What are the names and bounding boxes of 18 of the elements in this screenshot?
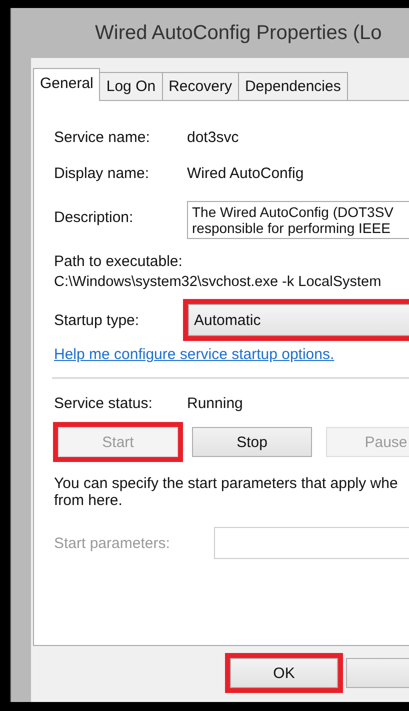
- path-value: C:\Windows\system32\svchost.exe -k LocalSystem: [54, 274, 382, 290]
- field-value: Wired AutoConfig: [187, 164, 304, 182]
- path-label: Path to executable:: [54, 253, 184, 270]
- service-button[interactable]: Stop: [192, 427, 312, 457]
- field-label: Display name:: [54, 164, 150, 182]
- field-label: Service status:: [54, 394, 154, 412]
- status-value: Running: [187, 394, 243, 412]
- field-label: Startup type:: [54, 312, 140, 328]
- description-box[interactable]: The Wired AutoConfig (DOT3SV responsible for performing IEEE: [187, 201, 409, 239]
- field-label: Service name:: [54, 128, 151, 146]
- field-label: Description:: [54, 209, 134, 226]
- window-title: Wired AutoConfig Properties (Lo: [94, 20, 383, 46]
- tab[interactable]: Dependencies: [238, 72, 348, 100]
- field-value: dot3svc: [187, 128, 239, 146]
- help-link[interactable]: Help me configure service startup options.: [54, 346, 334, 363]
- field-label: Start parameters:: [54, 534, 171, 552]
- start-parameters-note: You can specify the start parameters that apply whe from here.: [54, 475, 399, 509]
- tab[interactable]: General: [33, 68, 100, 101]
